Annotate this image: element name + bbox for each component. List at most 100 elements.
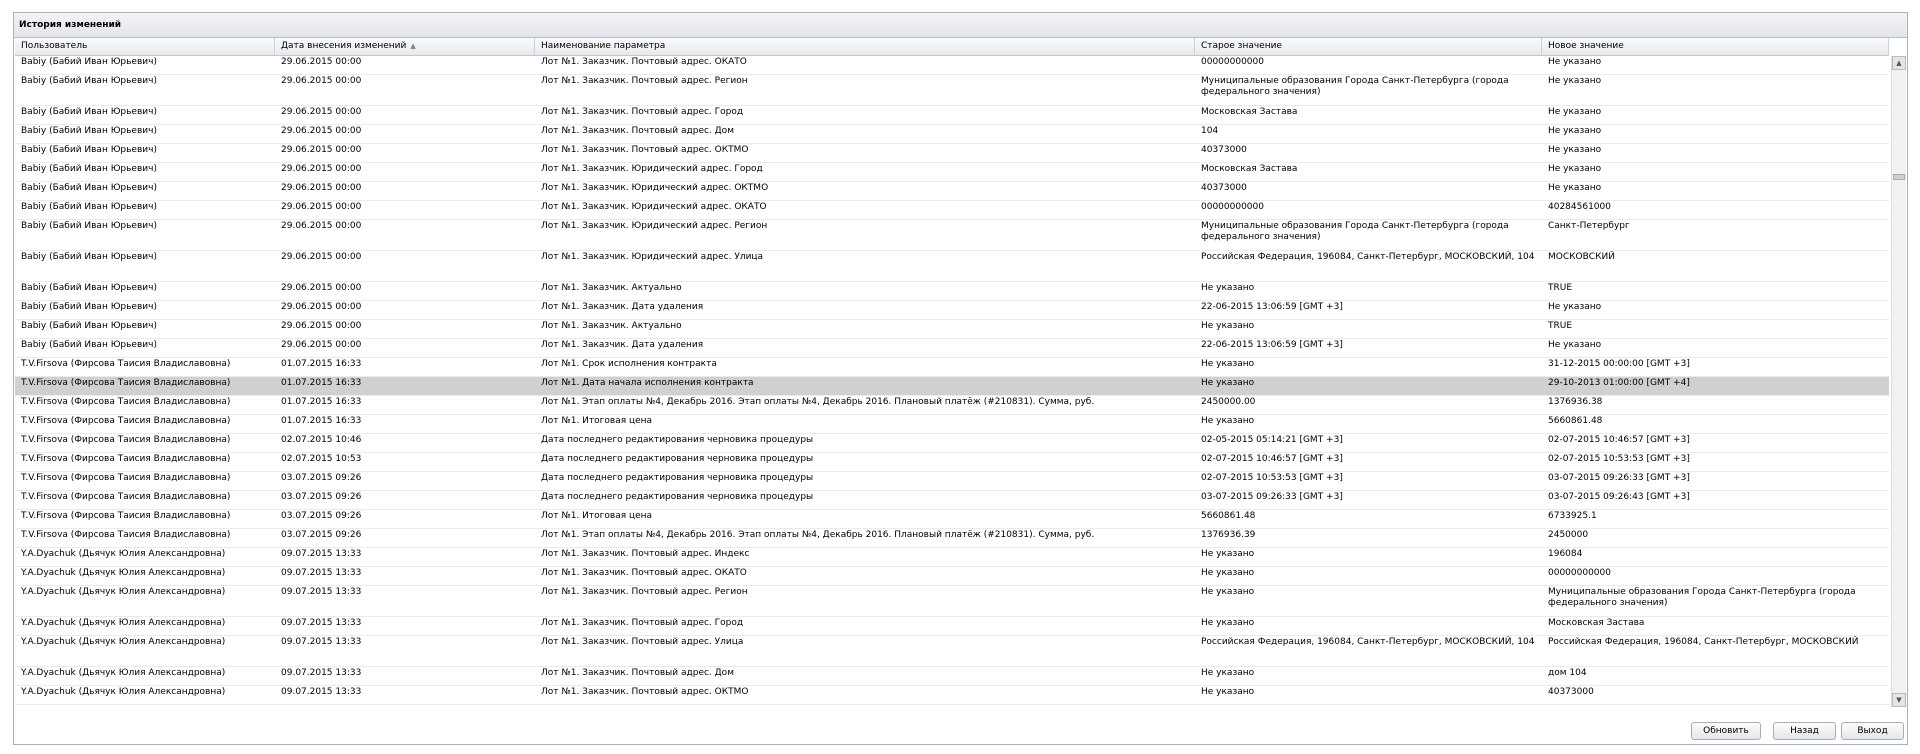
- table-row[interactable]: Y.A.Dyachuk (Дьячук Юлия Александровна) 0…: [15, 548, 1889, 567]
- cell-user: T.V.Firsova (Фирсова Таисия Владиславовн…: [21, 473, 231, 483]
- table-row[interactable]: Babiy (Бабий Иван Юрьевич) 29.06.2015 00:…: [15, 56, 1889, 75]
- cell-date: 01.07.2015 16:33: [281, 378, 362, 388]
- cell-parameter: Лот №1. Заказчик. Почтовый адрес. Дом: [541, 126, 734, 136]
- cell-date: 29.06.2015 00:00: [281, 76, 362, 86]
- vertical-scrollbar[interactable]: ▲ ▼: [1891, 56, 1906, 707]
- cell-new-value: Московская Застава: [1548, 618, 1645, 628]
- cell-date: 29.06.2015 00:00: [281, 126, 362, 136]
- cell-parameter: Лот №1. Этап оплаты №4, Декабрь 2016. Эт…: [541, 530, 1095, 540]
- cell-new-value: 40284561000: [1548, 202, 1611, 212]
- table-row[interactable]: T.V.Firsova (Фирсова Таисия Владиславовн…: [15, 415, 1889, 434]
- cell-user: Y.A.Dyachuk (Дьячук Юлия Александровна): [21, 549, 226, 559]
- cell-user: Babiy (Бабий Иван Юрьевич): [21, 76, 157, 86]
- table-row[interactable]: T.V.Firsova (Фирсова Таисия Владиславовн…: [15, 434, 1889, 453]
- cell-old-value: Не указано: [1201, 378, 1255, 388]
- cell-new-value: 02-07-2015 10:46:57 [GMT +3]: [1548, 435, 1690, 445]
- grid-header: Пользователь Дата внесения изменений ▲ На…: [15, 38, 1889, 56]
- table-row[interactable]: Babiy (Бабий Иван Юрьевич) 29.06.2015 00:…: [15, 301, 1889, 320]
- cell-old-value: Не указано: [1201, 668, 1255, 678]
- cell-date: 02.07.2015 10:53: [281, 454, 362, 464]
- cell-parameter: Лот №1. Этап оплаты №4, Декабрь 2016. Эт…: [541, 397, 1095, 407]
- column-header-date[interactable]: Дата внесения изменений ▲: [275, 38, 535, 55]
- cell-date: 29.06.2015 00:00: [281, 164, 362, 174]
- history-panel: История изменений Пользователь Дата внес…: [13, 12, 1908, 745]
- column-header-user[interactable]: Пользователь: [15, 38, 275, 55]
- cell-old-value: Московская Застава: [1201, 164, 1298, 174]
- table-row[interactable]: Babiy (Бабий Иван Юрьевич) 29.06.2015 00:…: [15, 282, 1889, 301]
- cell-date: 03.07.2015 09:26: [281, 473, 362, 483]
- table-row[interactable]: Babiy (Бабий Иван Юрьевич) 29.06.2015 00:…: [15, 339, 1889, 358]
- cell-user: Babiy (Бабий Иван Юрьевич): [21, 145, 157, 155]
- cell-new-value: Не указано: [1548, 107, 1602, 117]
- cell-parameter: Лот №1. Заказчик. Юридический адрес. Рег…: [541, 221, 768, 231]
- cell-new-value: 196084: [1548, 549, 1583, 559]
- cell-new-value: 2450000: [1548, 530, 1589, 540]
- cell-new-value: 6733925.1: [1548, 511, 1597, 521]
- table-row[interactable]: Babiy (Бабий Иван Юрьевич) 29.06.2015 00:…: [15, 75, 1889, 106]
- cell-parameter: Лот №1. Заказчик. Почтовый адрес. Регион: [541, 76, 748, 86]
- cell-user: T.V.Firsova (Фирсова Таисия Владиславовн…: [21, 416, 231, 426]
- table-row[interactable]: T.V.Firsova (Фирсова Таисия Владиславовн…: [15, 453, 1889, 472]
- scroll-down-icon[interactable]: ▼: [1892, 693, 1906, 707]
- cell-date: 09.07.2015 13:33: [281, 618, 362, 628]
- cell-date: 29.06.2015 00:00: [281, 340, 362, 350]
- cell-date: 01.07.2015 16:33: [281, 416, 362, 426]
- column-header-parameter[interactable]: Наименование параметра: [535, 38, 1195, 55]
- table-row[interactable]: T.V.Firsova (Фирсова Таисия Владиславовн…: [15, 510, 1889, 529]
- table-row[interactable]: Babiy (Бабий Иван Юрьевич) 29.06.2015 00:…: [15, 220, 1889, 251]
- column-header-new-value[interactable]: Новое значение: [1542, 38, 1889, 55]
- table-row[interactable]: T.V.Firsova (Фирсова Таисия Владиславовн…: [15, 472, 1889, 491]
- sort-ascending-icon: ▲: [410, 42, 416, 50]
- cell-new-value: Не указано: [1548, 340, 1602, 350]
- cell-parameter: Лот №1. Заказчик. Юридический адрес. ОКА…: [541, 202, 767, 212]
- cell-new-value: Муниципальные образования Города Санкт-П…: [1548, 587, 1856, 608]
- cell-date: 03.07.2015 09:26: [281, 530, 362, 540]
- cell-new-value: 03-07-2015 09:26:43 [GMT +3]: [1548, 492, 1690, 502]
- cell-old-value: 02-07-2015 10:53:53 [GMT +3]: [1201, 473, 1343, 483]
- table-row[interactable]: Babiy (Бабий Иван Юрьевич) 29.06.2015 00:…: [15, 320, 1889, 339]
- cell-user: T.V.Firsova (Фирсова Таисия Владиславовн…: [21, 454, 231, 464]
- cell-user: T.V.Firsova (Фирсова Таисия Владиславовн…: [21, 530, 231, 540]
- table-row[interactable]: Babiy (Бабий Иван Юрьевич) 29.06.2015 00:…: [15, 125, 1889, 144]
- table-row[interactable]: Babiy (Бабий Иван Юрьевич) 29.06.2015 00:…: [15, 106, 1889, 125]
- table-row[interactable]: Y.A.Dyachuk (Дьячук Юлия Александровна) 0…: [15, 636, 1889, 667]
- table-row[interactable]: Y.A.Dyachuk (Дьячук Юлия Александровна) 0…: [15, 586, 1889, 617]
- table-row[interactable]: T.V.Firsova (Фирсова Таисия Владиславовн…: [15, 358, 1889, 377]
- cell-old-value: Российская Федерация, 196084, Санкт-Пете…: [1201, 637, 1535, 647]
- cell-date: 09.07.2015 13:33: [281, 587, 362, 597]
- table-row[interactable]: Y.A.Dyachuk (Дьячук Юлия Александровна) 0…: [15, 567, 1889, 586]
- table-row[interactable]: T.V.Firsova (Фирсова Таисия Владиславовн…: [15, 491, 1889, 510]
- cell-old-value: Муниципальные образования Города Санкт-П…: [1201, 221, 1509, 242]
- cell-user: Babiy (Бабий Иван Юрьевич): [21, 302, 157, 312]
- table-row[interactable]: Y.A.Dyachuk (Дьячук Юлия Александровна) 0…: [15, 617, 1889, 636]
- cell-new-value: 03-07-2015 09:26:33 [GMT +3]: [1548, 473, 1690, 483]
- table-row[interactable]: Babiy (Бабий Иван Юрьевич) 29.06.2015 00:…: [15, 201, 1889, 220]
- cell-parameter: Дата последнего редактирования черновика…: [541, 492, 814, 502]
- table-row[interactable]: Babiy (Бабий Иван Юрьевич) 29.06.2015 00:…: [15, 144, 1889, 163]
- table-row[interactable]: Y.A.Dyachuk (Дьячук Юлия Александровна) 0…: [15, 686, 1889, 705]
- table-row[interactable]: T.V.Firsova (Фирсова Таисия Владиславовн…: [15, 377, 1889, 396]
- table-row[interactable]: Y.A.Dyachuk (Дьячук Юлия Александровна) 0…: [15, 667, 1889, 686]
- refresh-button[interactable]: Обновить: [1691, 722, 1761, 740]
- cell-old-value: Не указано: [1201, 359, 1255, 369]
- cell-user: T.V.Firsova (Фирсова Таисия Владиславовн…: [21, 378, 231, 388]
- column-header-old-value[interactable]: Старое значение: [1195, 38, 1542, 55]
- cell-new-value: Не указано: [1548, 164, 1602, 174]
- cell-user: Babiy (Бабий Иван Юрьевич): [21, 202, 157, 212]
- back-button[interactable]: Назад: [1773, 722, 1836, 740]
- cell-new-value: дом 104: [1548, 668, 1587, 678]
- cell-user: Y.A.Dyachuk (Дьячук Юлия Александровна): [21, 687, 226, 697]
- cell-user: Babiy (Бабий Иван Юрьевич): [21, 107, 157, 117]
- footer-toolbar: Обновить Назад Выход: [14, 715, 1907, 745]
- table-row[interactable]: T.V.Firsova (Фирсова Таисия Владиславовн…: [15, 529, 1889, 548]
- table-row[interactable]: Babiy (Бабий Иван Юрьевич) 29.06.2015 00:…: [15, 163, 1889, 182]
- exit-button[interactable]: Выход: [1841, 722, 1904, 740]
- scroll-up-icon[interactable]: ▲: [1892, 56, 1906, 70]
- grid-body: Babiy (Бабий Иван Юрьевич) 29.06.2015 00:…: [15, 56, 1889, 707]
- cell-parameter: Лот №1. Заказчик. Почтовый адрес. ОКТМО: [541, 687, 749, 697]
- table-row[interactable]: Babiy (Бабий Иван Юрьевич) 29.06.2015 00:…: [15, 182, 1889, 201]
- scroll-thumb[interactable]: [1893, 174, 1905, 180]
- table-row[interactable]: Babiy (Бабий Иван Юрьевич) 29.06.2015 00:…: [15, 251, 1889, 282]
- table-row[interactable]: T.V.Firsova (Фирсова Таисия Владиславовн…: [15, 396, 1889, 415]
- cell-date: 01.07.2015 16:33: [281, 397, 362, 407]
